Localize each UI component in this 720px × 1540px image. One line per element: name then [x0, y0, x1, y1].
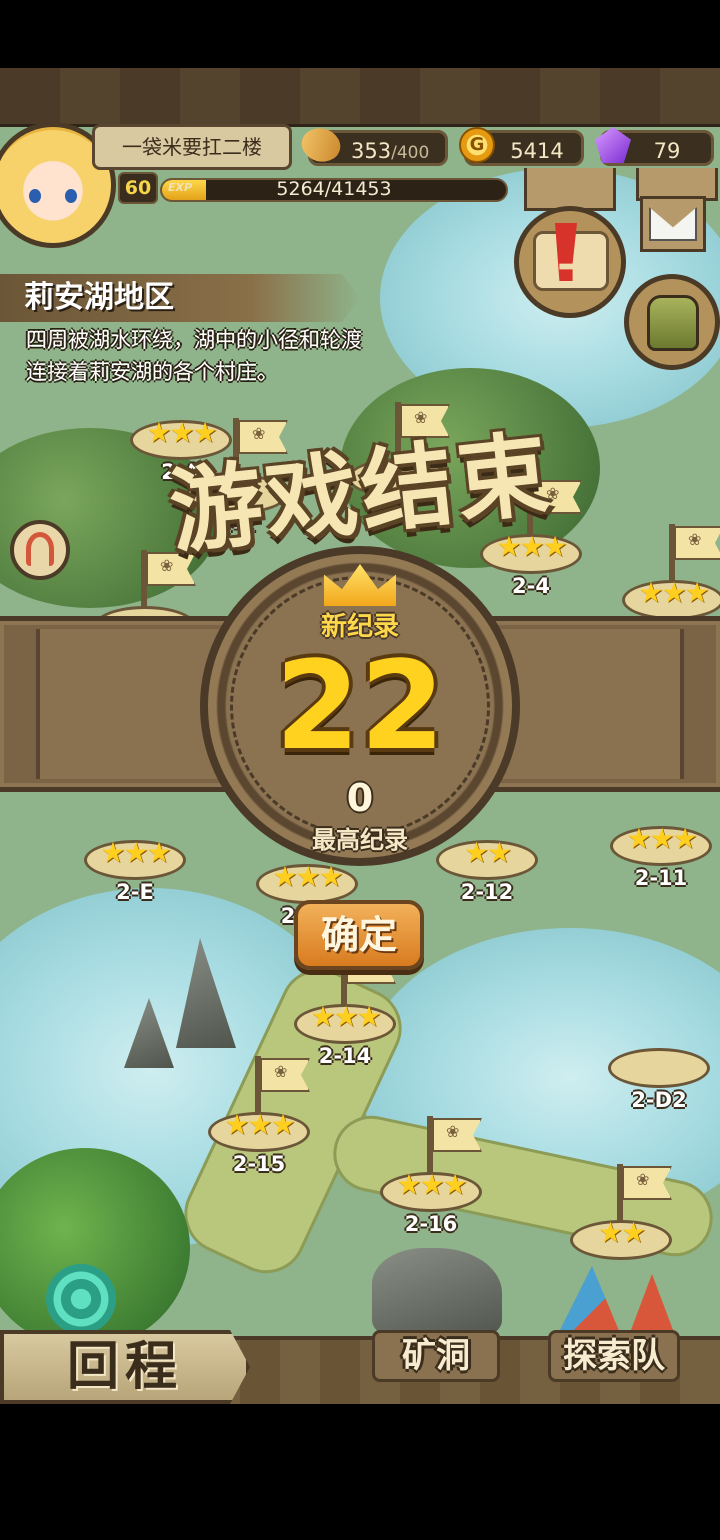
best-score-value: 0 [346, 776, 374, 820]
paw-icon: ❀ [274, 1062, 288, 1081]
stage-node[interactable]: ❀ ★★ [566, 1164, 676, 1274]
stage-base [608, 1048, 710, 1088]
stage-stars: ★★★ [396, 1168, 467, 1201]
stage-label: 2-D2 [631, 1088, 687, 1112]
stage-stars: ★★★ [310, 1000, 381, 1033]
return-button[interactable]: 回程 [0, 1330, 250, 1404]
stage-stars: ★★★ [224, 1108, 295, 1141]
player-level: 60 [118, 172, 158, 204]
purple-gem-icon [595, 127, 631, 163]
stage-node[interactable]: ★★★ 2-E [80, 784, 190, 904]
portal-swirl [46, 1264, 116, 1334]
stage-stars: ★★ [597, 1216, 646, 1249]
backpack-button[interactable] [624, 274, 720, 370]
stamina-current: 353 [351, 139, 392, 163]
stage-stars: ★★★ [100, 836, 171, 869]
paw-icon: ❀ [160, 556, 174, 575]
mine-label: 矿洞 [402, 1336, 470, 1376]
stage-label: 2-15 [232, 1152, 286, 1176]
stage-node[interactable]: 2-D2 [604, 992, 714, 1112]
stage-label: 2-11 [634, 866, 688, 890]
expedition-button[interactable]: 探索队 [548, 1330, 680, 1382]
expedition-label: 探索队 [563, 1336, 665, 1376]
mine-rocks [372, 1248, 502, 1338]
stage-label: 2-16 [404, 1212, 458, 1236]
stage-label: 2-12 [460, 880, 514, 904]
avatar-eye-icon [65, 189, 77, 203]
region-description: 四周被湖水环绕，湖中的小径和轮渡连接着莉安湖的各个村庄。 [26, 328, 362, 384]
best-score-label: 最高纪录 [312, 826, 408, 854]
stage-node[interactable]: ❀ ★★★ 2-16 [376, 1116, 486, 1236]
gem-amount: 79 [653, 139, 681, 163]
stamina-counter[interactable]: 353/400 [296, 120, 448, 170]
gold-coin-icon: G [459, 127, 495, 163]
stage-node[interactable]: ❀ ★★★ 2-15 [204, 1056, 314, 1176]
top-wood-frame [0, 68, 720, 127]
confirm-button[interactable]: 确定 [294, 900, 424, 970]
stage-label: 2-4 [512, 574, 550, 598]
backpack-icon [647, 295, 699, 351]
region-title: 莉安湖地区 [0, 274, 360, 322]
paw-icon: ❀ [446, 1122, 460, 1141]
player-name[interactable]: 一袋米要扛二楼 [92, 124, 292, 170]
stage-label: 2-E [116, 880, 154, 904]
score-value: 22 [275, 635, 445, 777]
quest-button[interactable] [514, 206, 626, 318]
paw-icon: ❀ [636, 1170, 650, 1189]
compass-icon [26, 532, 54, 566]
return-label: 回程 [66, 1337, 183, 1397]
gold-counter[interactable]: G 5414 [459, 127, 584, 166]
stamina-max: /400 [391, 143, 430, 163]
gem-counter[interactable]: 79 [595, 127, 714, 166]
avatar-eye-icon [29, 189, 41, 203]
mail-button[interactable] [640, 196, 706, 252]
stage-stars: ★★★ [638, 576, 709, 609]
mine-button[interactable]: 矿洞 [372, 1330, 500, 1382]
stage-stars: ★★★ [626, 822, 697, 855]
pillar [524, 168, 616, 211]
bread-icon [296, 120, 346, 170]
exp-text: 5264/41453 [276, 178, 392, 200]
exp-bar: EXP 5264/41453 [160, 178, 508, 202]
compass-button[interactable] [10, 520, 70, 580]
gold-amount: 5414 [510, 139, 564, 163]
mail-icon [649, 207, 697, 241]
paw-icon: ❀ [688, 530, 702, 549]
game-screen: ★★★2-A❀2-2❀2-3❀★★★2-4❀★★★❀★★★2-E★★★2-13★… [0, 68, 720, 1404]
